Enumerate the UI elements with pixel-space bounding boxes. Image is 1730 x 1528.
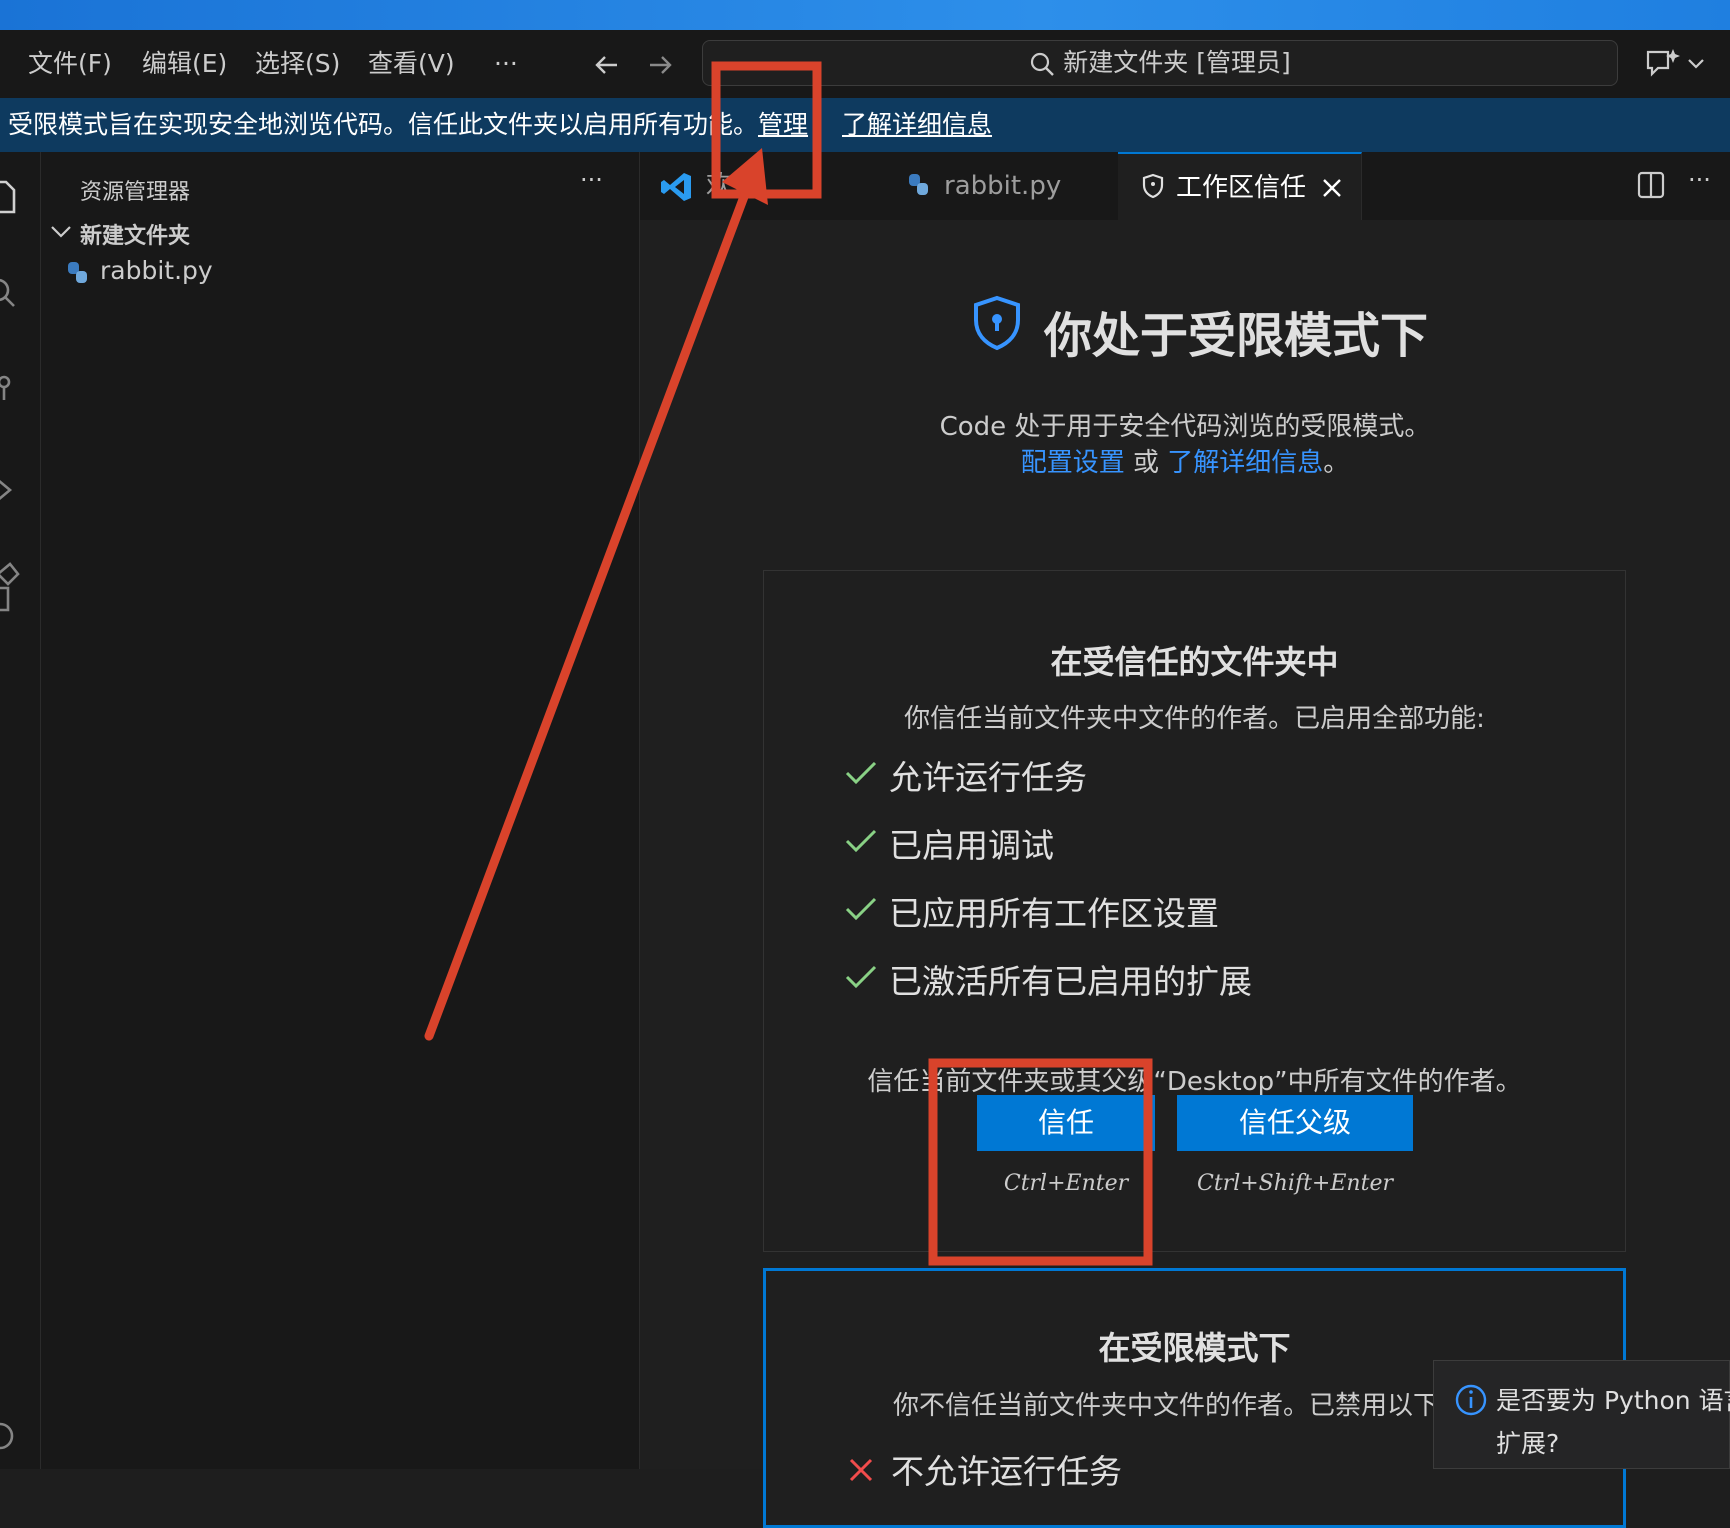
check-icon — [845, 965, 877, 989]
banner-learn-more-link[interactable]: 了解详细信息 — [842, 98, 992, 152]
close-icon[interactable] — [1320, 176, 1344, 200]
python-file-icon — [909, 174, 928, 195]
python-file-icon — [68, 262, 87, 283]
tab-workspace-trust[interactable]: 工作区信任 — [1118, 152, 1362, 220]
file-name: rabbit.py — [100, 256, 213, 285]
or-text: 或 — [1132, 448, 1159, 478]
forward-arrow-icon[interactable] — [645, 50, 675, 80]
feature-label: 不允许运行任务 — [891, 1452, 1122, 1491]
feature-item: 允许运行任务 — [844, 749, 1544, 797]
explorer-icon[interactable] — [0, 178, 26, 218]
trust-note: 信任当前文件夹或其父级“Desktop”中所有文件的作者。 — [867, 1067, 1522, 1097]
description-line-1: Code 处于用于安全代码浏览的受限模式。 — [939, 412, 1431, 442]
menu-file[interactable]: 文件(F) — [28, 30, 112, 98]
title-bar: 文件(F) 编辑(E) 选择(S) 查看(V) ··· 新建文件夹 [管理员] — [0, 30, 1730, 98]
learn-more-link[interactable]: 了解详细信息 — [1167, 448, 1323, 478]
feature-item: 已激活所有已启用的扩展 — [844, 953, 1544, 1001]
restricted-card-subtitle: 你不信任当前文件夹中文件的作者。已禁用以下 — [893, 1391, 1440, 1421]
shield-icon — [1142, 173, 1164, 199]
notification-text-1: 是否要为 Python 语言 — [1496, 1386, 1730, 1415]
check-icon — [845, 897, 877, 921]
trusted-card: 在受信任的文件夹中 你信任当前文件夹中文件的作者。已启用全部功能: 允许运行任务… — [763, 570, 1626, 1252]
source-control-icon[interactable] — [0, 370, 24, 410]
command-center[interactable]: 新建文件夹 [管理员] — [702, 40, 1618, 86]
sidebar-more-button[interactable]: ··· — [580, 166, 603, 194]
menu-selection[interactable]: 选择(S) — [255, 30, 340, 98]
trust-parent-shortcut: Ctrl+Shift+Enter — [1197, 1171, 1393, 1196]
trusted-card-subtitle: 你信任当前文件夹中文件的作者。已启用全部功能: — [904, 704, 1485, 734]
extensions-icon[interactable] — [0, 560, 24, 616]
activity-bar — [0, 152, 41, 1469]
explorer-sidebar: 资源管理器 ··· 新建文件夹 rabbit.py — [41, 152, 640, 1469]
period-text: 。 — [1323, 448, 1350, 478]
feature-label: 已应用所有工作区设置 — [889, 894, 1219, 933]
tab-label: rabbit.py — [944, 171, 1062, 201]
banner-manage-link[interactable]: 管理 — [758, 98, 808, 152]
page-title: 你处于受限模式下 — [1044, 308, 1429, 364]
command-center-text: 新建文件夹 [管理员] — [1063, 48, 1291, 77]
search-icon — [1031, 52, 1055, 76]
check-icon — [845, 829, 877, 853]
account-icon[interactable] — [0, 1416, 24, 1456]
menu-edit[interactable]: 编辑(E) — [142, 30, 227, 98]
file-row-rabbit[interactable]: rabbit.py — [61, 254, 611, 294]
feature-item: 不允许运行任务 — [846, 1443, 1446, 1491]
folder-name: 新建文件夹 — [80, 224, 191, 249]
split-editor-icon[interactable] — [1636, 170, 1666, 200]
sidebar-title: 资源管理器 — [80, 180, 191, 205]
feature-label: 已启用调试 — [889, 826, 1054, 865]
check-icon — [845, 761, 877, 785]
tab-label: 欢迎 — [706, 171, 759, 201]
feature-label: 允许运行任务 — [889, 758, 1087, 797]
description-line-2: 配置设置 或 了解详细信息。 — [640, 442, 1730, 479]
trust-button[interactable]: 信任 — [977, 1095, 1155, 1151]
trust-parent-button[interactable]: 信任父级 — [1177, 1095, 1413, 1151]
chevron-down-icon[interactable] — [1686, 56, 1706, 72]
folder-row[interactable]: 新建文件夹 — [49, 212, 609, 252]
shield-lock-icon — [974, 295, 1020, 351]
notification-toast[interactable]: 是否要为 Python 语言 扩展? — [1433, 1360, 1730, 1469]
run-debug-icon[interactable] — [0, 470, 24, 510]
tab-bar: 欢迎 rabbit.py 工作区信任 ··· — [640, 152, 1730, 221]
back-arrow-icon[interactable] — [592, 50, 622, 80]
restricted-mode-banner: 受限模式旨在实现安全地浏览代码。信任此文件夹以启用所有功能。 管理 了解详细信息 — [0, 98, 1730, 152]
feature-item: 已启用调试 — [844, 817, 1544, 865]
trusted-card-title: 在受信任的文件夹中 — [1050, 643, 1339, 681]
cross-icon — [849, 1458, 873, 1482]
info-icon — [1455, 1384, 1487, 1416]
menu-view[interactable]: 查看(V) — [368, 30, 455, 98]
chevron-down-icon — [51, 226, 71, 238]
chat-icon[interactable] — [1644, 46, 1682, 80]
notification-text-2: 扩展? — [1496, 1429, 1560, 1458]
feature-label: 已激活所有已启用的扩展 — [889, 962, 1252, 1001]
editor-more-button[interactable]: ··· — [1688, 166, 1711, 194]
command-center-content: 新建文件夹 [管理员] — [703, 41, 1617, 85]
configure-settings-link[interactable]: 配置设置 — [1021, 448, 1125, 478]
vscode-logo-icon — [661, 173, 691, 201]
window-strip — [0, 0, 1730, 30]
search-icon[interactable] — [0, 276, 24, 316]
tab-label: 工作区信任 — [1176, 173, 1307, 203]
feature-item: 已应用所有工作区设置 — [844, 885, 1544, 933]
banner-message: 受限模式旨在实现安全地浏览代码。信任此文件夹以启用所有功能。 — [8, 110, 759, 139]
workspace-trust-editor: 你处于受限模式下 Code 处于用于安全代码浏览的受限模式。 配置设置 或 了解… — [640, 220, 1730, 1528]
trust-shortcut: Ctrl+Enter — [1003, 1171, 1129, 1196]
tab-welcome[interactable]: 欢迎 — [640, 152, 879, 220]
menu-more[interactable]: ··· — [494, 30, 518, 98]
tab-rabbit[interactable]: rabbit.py — [878, 152, 1119, 220]
